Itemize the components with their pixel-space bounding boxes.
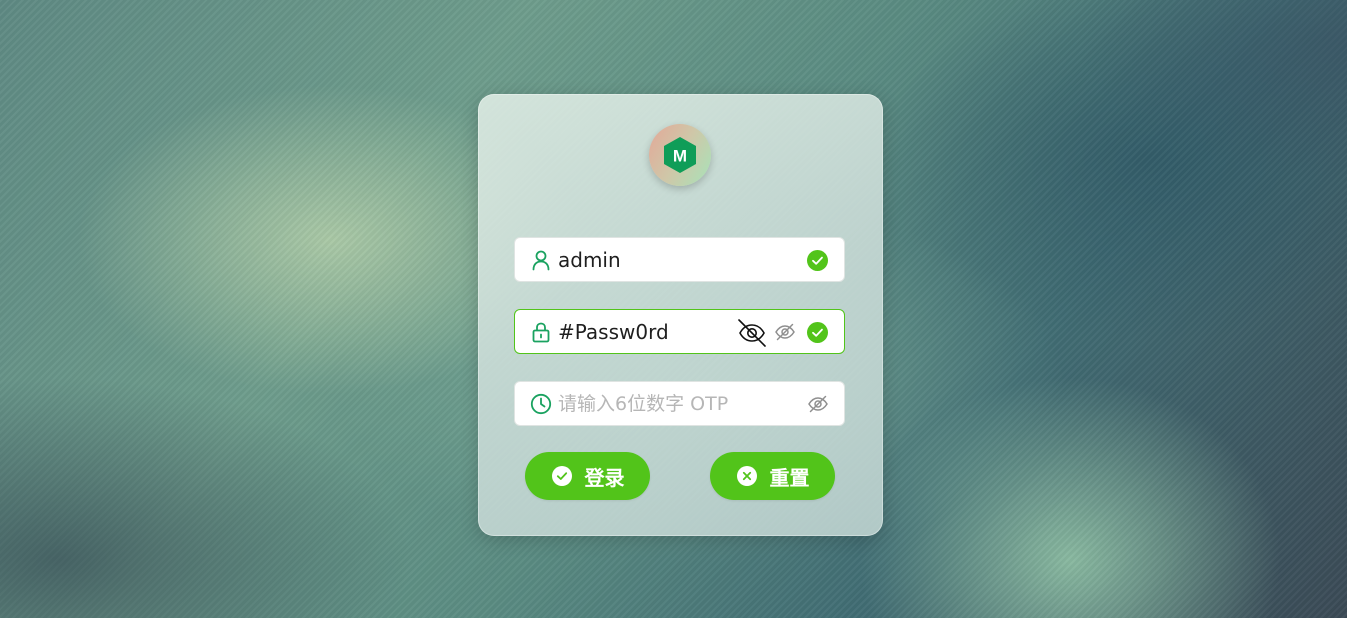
login-card: M admin #Passw0rd 请输入6位数字 OTP 登录 重置 (478, 94, 883, 536)
username-field[interactable]: admin (514, 237, 845, 282)
logo-letter: M (673, 147, 687, 166)
app-logo: M (649, 124, 711, 186)
logo-hexagon-icon: M (664, 137, 696, 173)
password-value: #Passw0rd (558, 320, 669, 344)
password-valid-icon (807, 322, 828, 343)
clock-icon (530, 393, 552, 415)
login-button[interactable]: 登录 (525, 452, 650, 500)
password-field[interactable]: #Passw0rd (514, 309, 845, 354)
eye-off-icon[interactable] (807, 393, 829, 415)
reset-button[interactable]: 重置 (710, 452, 835, 500)
eye-off-icon[interactable] (737, 318, 767, 348)
login-button-label: 登录 (584, 465, 625, 490)
eye-off-icon[interactable] (774, 321, 796, 343)
username-value: admin (558, 248, 621, 272)
lock-icon (532, 322, 550, 343)
check-circle-icon (551, 466, 572, 486)
username-valid-icon (807, 250, 828, 271)
user-icon (532, 250, 550, 271)
otp-placeholder: 请输入6位数字 OTP (558, 393, 729, 415)
close-circle-icon (736, 466, 757, 486)
otp-field[interactable]: 请输入6位数字 OTP (514, 381, 845, 426)
reset-button-label: 重置 (769, 465, 810, 490)
